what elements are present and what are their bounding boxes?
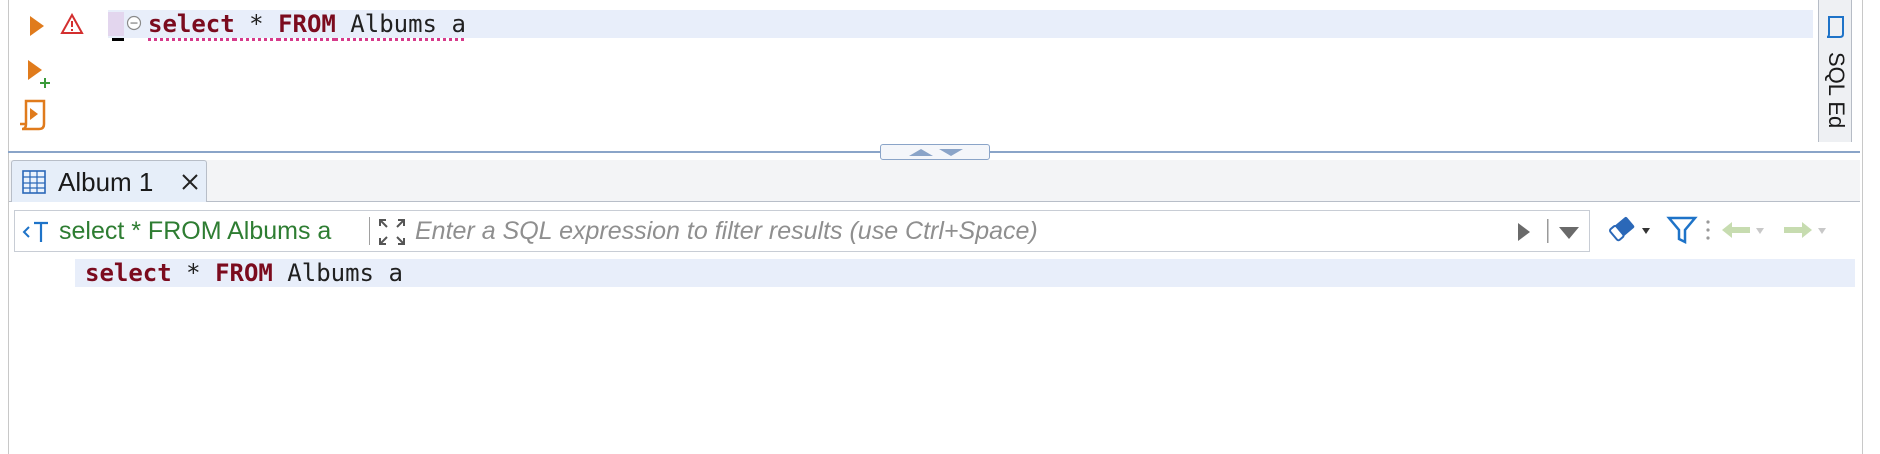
sql-editor[interactable]: select * FROM Albums a SQL Ed <box>0 0 1860 152</box>
warning-icon[interactable] <box>60 12 84 35</box>
query-text-icon <box>21 219 51 245</box>
query-text: select * FROM Albums a <box>85 259 403 287</box>
filter-expression-input[interactable] <box>415 215 1505 247</box>
separator <box>369 217 370 245</box>
tab-label: Album 1 <box>58 167 154 197</box>
arrow-left-icon[interactable] <box>1718 212 1770 248</box>
eraser-icon[interactable] <box>1604 212 1656 248</box>
close-icon[interactable] <box>180 172 200 192</box>
results-tab-bar: Album 1 <box>9 160 1860 202</box>
table-alias-token: Albums a <box>335 10 466 38</box>
toolbar-more-icon[interactable] <box>1703 212 1713 248</box>
active-query-text: select * FROM Albums a <box>59 217 332 245</box>
sql-editor-tab-label: SQL Ed <box>1825 52 1849 129</box>
sql-editor-icon <box>1825 14 1847 40</box>
fold-minus-icon[interactable] <box>126 15 142 31</box>
right-border <box>1862 0 1863 454</box>
query-text-panel[interactable]: select * FROM Albums a <box>9 253 1860 454</box>
query-text-line[interactable]: select * FROM Albums a <box>75 259 1855 287</box>
apply-filter-icon[interactable] <box>1513 219 1535 245</box>
run-in-new-tab-icon[interactable] <box>26 58 52 90</box>
tab-album-1[interactable]: Album 1 <box>11 160 207 202</box>
keyword-from: FROM <box>278 10 336 38</box>
text-caret <box>112 38 124 41</box>
splitter-toggle-handle[interactable] <box>880 144 990 160</box>
arrow-right-icon[interactable] <box>1780 212 1832 248</box>
keyword-select: select <box>85 259 172 287</box>
sql-editor-side-tab[interactable]: SQL Ed <box>1818 0 1852 142</box>
star-token: * <box>234 10 279 38</box>
keyword-from: FROM <box>215 259 273 287</box>
run-statement-icon[interactable] <box>26 13 48 39</box>
table-grid-icon <box>21 169 47 195</box>
sql-statement[interactable]: select * FROM Albums a <box>148 10 466 38</box>
table-alias-token: Albums a <box>272 259 403 287</box>
filter-history-dropdown-icon[interactable] <box>1547 215 1585 247</box>
results-filter-bar: select * FROM Albums a <box>14 210 1590 252</box>
star-token: * <box>171 259 216 287</box>
execute-script-icon[interactable] <box>18 98 50 132</box>
funnel-filter-icon[interactable] <box>1666 212 1698 248</box>
keyword-select: select <box>148 10 235 38</box>
editor-current-line[interactable]: select * FROM Albums a <box>108 10 1813 41</box>
caret-highlight <box>108 12 124 36</box>
expand-filter-icon[interactable] <box>377 217 407 247</box>
